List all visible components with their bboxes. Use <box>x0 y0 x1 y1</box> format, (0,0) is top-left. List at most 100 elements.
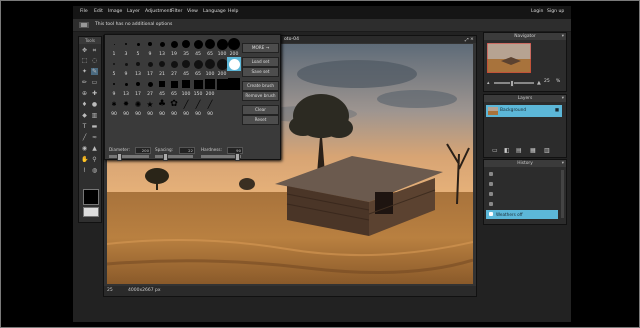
menu-language[interactable]: Language <box>203 9 226 14</box>
history-panel: History ▾ Weathers off <box>483 159 567 225</box>
magic-wand-icon[interactable]: ✦ <box>81 68 88 75</box>
zoom-in-icon[interactable]: ▲ <box>537 80 541 86</box>
load-set-button[interactable]: Load set <box>242 57 279 67</box>
menu-layer[interactable]: Layer <box>127 9 140 14</box>
brush-preset-grid: 1 3 5 9 13 19 35 45 65 100 200 5 9 13 17… <box>107 37 241 129</box>
spot-heal-icon[interactable]: ✚ <box>91 90 98 97</box>
menu-help[interactable]: Help <box>228 9 238 14</box>
hand-tool-icon[interactable]: ✋ <box>81 156 88 163</box>
pencil-tool-icon[interactable]: ✏ <box>81 79 88 86</box>
layer-name: Background <box>500 108 527 113</box>
brush-picker-popup: 1 3 5 9 13 19 35 45 65 100 200 5 9 13 17… <box>104 34 281 161</box>
spacing-label: Spacing: <box>155 147 174 152</box>
diameter-slider[interactable] <box>109 155 149 158</box>
drop-tool-icon[interactable]: ♦ <box>81 101 88 108</box>
menu-adjustment[interactable]: Adjustment <box>145 9 171 14</box>
layers-panel: Layers ▾ Background ■ ▭ ◧ ▤ ▦ ▥ <box>483 94 567 158</box>
zoom-out-icon[interactable]: ▴ <box>487 80 490 86</box>
history-item[interactable] <box>486 170 558 179</box>
login-link[interactable]: Login <box>531 9 543 14</box>
adjustment-layer-icon[interactable]: ▤ <box>516 147 522 154</box>
red-eye-tool-icon[interactable]: ◉ <box>81 145 88 152</box>
layer-row[interactable]: Background ■ <box>486 105 562 117</box>
foreground-color-swatch[interactable] <box>83 189 99 205</box>
spacing-input[interactable]: 22 <box>179 147 195 154</box>
eyedropper-tool-icon[interactable]: ⌇ <box>81 167 88 174</box>
menu-file[interactable]: File <box>80 9 88 14</box>
layer-styles-icon[interactable]: ▭ <box>492 147 498 154</box>
save-set-button[interactable]: Save set <box>242 67 279 77</box>
brush-preset-selected[interactable] <box>227 57 241 71</box>
color-mode-switch[interactable] <box>83 207 99 217</box>
liquify-tool-icon[interactable]: ≈ <box>91 134 98 141</box>
history-item-selected[interactable]: Weathers off <box>486 210 558 219</box>
zoom-tool-icon[interactable]: ⚲ <box>91 156 98 163</box>
photo-editor-app: File Edit Image Layer Adjustment Filter … <box>73 6 571 322</box>
image-dimensions: 4000x2667 px <box>128 288 161 293</box>
navigator-zoom-handle[interactable] <box>510 80 514 87</box>
history-scrollbar[interactable] <box>561 170 564 218</box>
type-tool-icon[interactable]: T <box>81 123 88 130</box>
remove-brush-button[interactable]: Remove brush <box>242 91 279 101</box>
history-panel-title: History ▾ <box>484 160 566 167</box>
color-replace-icon[interactable]: ◍ <box>91 167 98 174</box>
navigator-thumbnail[interactable] <box>487 43 531 73</box>
fullscreen-icon[interactable]: ⤢ <box>465 37 469 43</box>
layer-mask-icon[interactable]: ◧ <box>504 147 510 154</box>
eraser-tool-icon[interactable]: ▭ <box>91 79 98 86</box>
bucket-tool-icon[interactable]: ◆ <box>81 112 88 119</box>
navigator-panel-title: Navigator ▾ <box>484 33 566 40</box>
delete-layer-icon[interactable]: ▥ <box>544 147 550 154</box>
document-title: oto-04 <box>284 37 300 42</box>
tool-options-bar: This tool has no additional options <box>73 19 571 32</box>
hardness-slider-handle[interactable] <box>235 153 240 161</box>
line-tool-icon[interactable]: ╱ <box>81 134 88 141</box>
navigator-zoom-value[interactable]: 25 <box>544 79 550 84</box>
diameter-input[interactable]: 200 <box>135 147 151 154</box>
shape-tool-icon[interactable]: ▬ <box>91 123 98 130</box>
clone-tool-icon[interactable]: ⊕ <box>81 90 88 97</box>
tools-panel: Tools ✥ ⌗ ⬚ ◌ ✦ ✎ ✏ ▭ ⊕ ✚ ♦ ● ◆ ▥ T ▬ ╱ … <box>78 36 102 223</box>
brush-preset[interactable] <box>227 77 241 91</box>
navigator-zoom-slider[interactable] <box>494 82 534 84</box>
menu-edit[interactable]: Edit <box>94 9 103 14</box>
zoom-input[interactable]: 25 <box>107 288 113 293</box>
history-item[interactable] <box>486 180 558 189</box>
navigator-zoom-unit: % <box>556 79 561 84</box>
close-document-icon[interactable]: × <box>470 37 474 42</box>
marquee-tool-icon[interactable]: ⬚ <box>81 57 88 64</box>
diameter-slider-handle[interactable] <box>117 153 122 161</box>
new-layer-icon[interactable]: ▦ <box>530 147 536 154</box>
spacing-slider[interactable] <box>155 155 193 158</box>
signup-link[interactable]: Sign up <box>547 9 564 14</box>
document-status-bar: 25 4000x2667 px <box>104 286 476 296</box>
spacing-slider-handle[interactable] <box>163 153 168 161</box>
sharpen-tool-icon[interactable]: ▲ <box>91 145 98 152</box>
clear-button[interactable]: Clear <box>242 105 279 115</box>
gradient-tool-icon[interactable]: ▥ <box>91 112 98 119</box>
layers-panel-title: Layers ▾ <box>484 95 566 102</box>
options-message: This tool has no additional options <box>95 22 173 27</box>
create-brush-button[interactable]: Create brush <box>242 81 279 91</box>
menu-bar: File Edit Image Layer Adjustment Filter … <box>73 6 571 19</box>
menu-view[interactable]: View <box>187 9 198 14</box>
panel-minimize-icon[interactable]: ▾ <box>562 95 564 102</box>
reset-button[interactable]: Reset <box>242 115 279 125</box>
history-item[interactable] <box>486 190 558 199</box>
navigator-panel: Navigator ▾ ▴ ▲ 25 % <box>483 32 567 92</box>
more-brushes-button[interactable]: MORE → <box>242 43 279 53</box>
hand-tool-icon <box>79 22 89 28</box>
layer-actions: ▭ ◧ ▤ ▦ ▥ <box>492 147 556 154</box>
move-tool-icon[interactable]: ✥ <box>81 47 88 54</box>
sponge-tool-icon[interactable]: ● <box>91 101 98 108</box>
menu-image[interactable]: Image <box>108 9 122 14</box>
crop-tool-icon[interactable]: ⌗ <box>91 47 98 54</box>
panel-minimize-icon[interactable]: ▾ <box>562 33 564 40</box>
layer-visibility-icon[interactable]: ■ <box>555 108 559 113</box>
hardness-label: Hardness: <box>201 147 223 152</box>
panel-minimize-icon[interactable]: ▾ <box>562 160 564 167</box>
brush-tool-icon[interactable]: ✎ <box>91 68 98 75</box>
lasso-tool-icon[interactable]: ◌ <box>91 57 98 64</box>
menu-filter[interactable]: Filter <box>171 9 182 14</box>
history-item[interactable] <box>486 200 558 209</box>
